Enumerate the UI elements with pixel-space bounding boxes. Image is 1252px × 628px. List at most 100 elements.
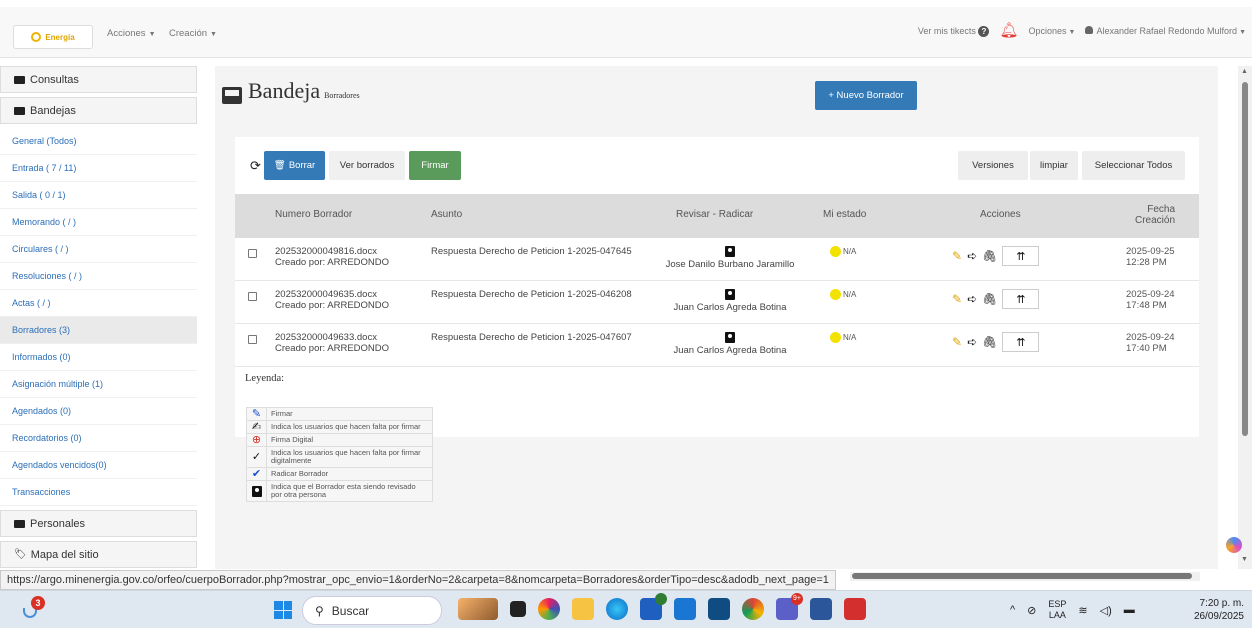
date-text: 2025-09-25 [1126, 246, 1175, 257]
draft-number[interactable]: 202532000049816.docx Creado por: ARREDOND… [275, 246, 389, 268]
badge-icon [725, 289, 735, 300]
forward-arrow-icon[interactable]: ➪ [967, 249, 977, 263]
sidebar-item-memorando[interactable]: Memorando ( / ) [0, 209, 197, 236]
select-all-button[interactable]: Seleccionar Todos [1082, 151, 1185, 180]
pencil-icon[interactable]: ✎ [952, 335, 962, 349]
chrome-icon[interactable] [742, 598, 764, 620]
scroll-up-icon[interactable]: ▲ [1241, 68, 1248, 75]
time-text: 12:28 PM [1126, 257, 1167, 268]
sidebar-item-agendados[interactable]: Agendados (0) [0, 398, 197, 425]
clear-button[interactable]: limpiar [1030, 151, 1078, 180]
forward-arrow-icon[interactable]: ➪ [967, 335, 977, 349]
draft-number[interactable]: 202532000049633.docx Creado por: ARREDOND… [275, 332, 389, 354]
energia-logo[interactable]: Energía [13, 25, 93, 49]
teams-icon[interactable]: 9+ [776, 593, 803, 620]
sidebar-item-informados[interactable]: Informados (0) [0, 344, 197, 371]
radicar-icon[interactable]: ⇈ [1002, 332, 1040, 352]
bell-icon[interactable]: 🔔︎ [999, 23, 1018, 38]
copilot-app-icon[interactable] [538, 598, 560, 620]
no-location-icon[interactable]: ⊘ [1027, 604, 1036, 617]
status-url-bar: https://argo.minenergia.gov.co/orfeo/cue… [0, 570, 836, 590]
row-checkbox[interactable] [248, 292, 257, 301]
vertical-scrollbar[interactable]: ▲ ▼ [1238, 66, 1252, 569]
pencil-icon[interactable]: ✎ [952, 249, 962, 263]
sidebar-section-personales[interactable]: Personales [0, 510, 197, 537]
tickets-link[interactable]: Ver mis tikects ? [918, 25, 990, 37]
outlook-icon[interactable] [674, 598, 696, 620]
chevron-up-icon[interactable]: ^ [1010, 604, 1015, 616]
sidebar-section-mapa[interactable]: 🏷︎ Mapa del sitio [0, 541, 197, 568]
sidebar-item-circulares[interactable]: Circulares ( / ) [0, 236, 197, 263]
acrobat-icon[interactable] [844, 598, 866, 620]
col-fecha[interactable]: Fecha Creación [1135, 204, 1175, 226]
versions-button[interactable]: Versiones [958, 151, 1028, 180]
draft-number[interactable]: 202532000049635.docx Creado por: ARREDOND… [275, 289, 389, 311]
user-menu[interactable]: Alexander Rafael Redondo Mulford ▼ [1085, 26, 1246, 36]
menu-acciones[interactable]: Acciones ▼ [107, 28, 156, 39]
language-indicator[interactable]: ESP LAA [1048, 599, 1066, 621]
weather-widget[interactable]: 3 [20, 596, 45, 622]
sidebar-item-actas[interactable]: Actas ( / ) [0, 290, 197, 317]
pen-icon: ✍︎ [247, 421, 267, 433]
view-deleted-button[interactable]: Ver borrados [329, 151, 405, 180]
file-explorer-icon[interactable] [572, 598, 594, 620]
legend-row: ✓ Indica los usuarios que hacen falta por… [247, 447, 432, 468]
clock[interactable]: 7:20 p. m. 26/09/2025 [1194, 597, 1244, 623]
section-label: Consultas [30, 73, 79, 86]
legend-row: ✎ Firmar [247, 408, 432, 421]
taskbar-search[interactable]: ⚲ Buscar [302, 596, 442, 625]
options-menu[interactable]: Opciones ▼ [1029, 26, 1076, 36]
lync-icon[interactable] [640, 593, 667, 620]
radicar-icon[interactable]: ⇈ [1002, 289, 1040, 309]
draft-subject: Respuesta Derecho de Peticion 1-2025-047… [431, 332, 632, 343]
sidebar-item-general[interactable]: General (Todos) [0, 128, 197, 155]
paperclip-icon[interactable]: 🖇︎ [982, 335, 997, 349]
radicar-icon[interactable]: ⇈ [1002, 246, 1040, 266]
sidebar-item-resoluciones[interactable]: Resoluciones ( / ) [0, 263, 197, 290]
wifi-icon[interactable]: ≋ [1078, 604, 1087, 617]
hscroll-thumb[interactable] [852, 573, 1192, 579]
row-checkbox[interactable] [248, 335, 257, 344]
sidebar-section-bandejas[interactable]: Bandejas [0, 97, 197, 124]
sidebar-item-asignacion-multiple[interactable]: Asignación múltiple (1) [0, 371, 197, 398]
paperclip-icon[interactable]: 🖇︎ [982, 249, 997, 263]
store-icon[interactable] [708, 598, 730, 620]
widgets-icon[interactable] [458, 598, 498, 620]
new-draft-button[interactable]: + Nuevo Borrador [815, 81, 917, 110]
horizontal-scrollbar[interactable] [850, 572, 1200, 581]
task-view-icon[interactable] [510, 601, 526, 617]
menu-creacion[interactable]: Creación ▼ [169, 28, 217, 39]
refresh-icon[interactable]: ⟳ [250, 158, 261, 174]
battery-icon[interactable]: ▬ [1124, 604, 1135, 616]
sign-button[interactable]: Firmar [409, 151, 461, 180]
weather-badge: 3 [31, 596, 45, 610]
col-numero[interactable]: Numero Borrador [275, 209, 352, 220]
sidebar-item-agendados-vencidos[interactable]: Agendados vencidos(0) [0, 452, 197, 479]
scrollbar-thumb[interactable] [1242, 82, 1248, 436]
col-asunto[interactable]: Asunto [431, 209, 462, 220]
sidebar-item-entrada[interactable]: Entrada ( 7 / 11) [0, 155, 197, 182]
sidebar-item-salida[interactable]: Salida ( 0 / 1) [0, 182, 197, 209]
copilot-icon[interactable] [1226, 537, 1242, 553]
sidebar-item-borradores[interactable]: Borradores (3) [0, 317, 197, 344]
pencil-icon[interactable]: ✎ [952, 292, 962, 306]
status-text: N/A [843, 333, 857, 342]
paperclip-icon[interactable]: 🖇︎ [982, 292, 997, 306]
row-checkbox[interactable] [248, 249, 257, 258]
windows-start-icon[interactable] [274, 601, 292, 619]
scroll-down-icon[interactable]: ▼ [1241, 556, 1248, 563]
volume-icon[interactable]: ◁) [1100, 604, 1112, 617]
legend-text: Indica que el Borrador esta siendo revis… [271, 482, 416, 499]
delete-button[interactable]: 🗑︎ Borrar [264, 151, 325, 180]
edge-icon[interactable] [606, 598, 628, 620]
sidebar-item-transacciones[interactable]: Transacciones [0, 479, 197, 506]
sidebar-item-recordatorios[interactable]: Recordatorios (0) [0, 425, 197, 452]
windows-taskbar: 3 ⚲ Buscar 9+ ^ ⊘ ESP LAA ≋ ◁) ▬ 7:20 p. m… [0, 590, 1252, 628]
forward-arrow-icon[interactable]: ➪ [967, 292, 977, 306]
word-icon[interactable] [810, 598, 832, 620]
draft-number-text: 202532000049635.docx [275, 289, 377, 300]
pencil-icon: ✎ [247, 408, 267, 420]
sidebar-section-consultas[interactable]: Consultas [0, 66, 197, 93]
caret-down-icon: ▼ [1239, 29, 1246, 36]
legend-row: ⊕ Firma Digital [247, 434, 432, 447]
